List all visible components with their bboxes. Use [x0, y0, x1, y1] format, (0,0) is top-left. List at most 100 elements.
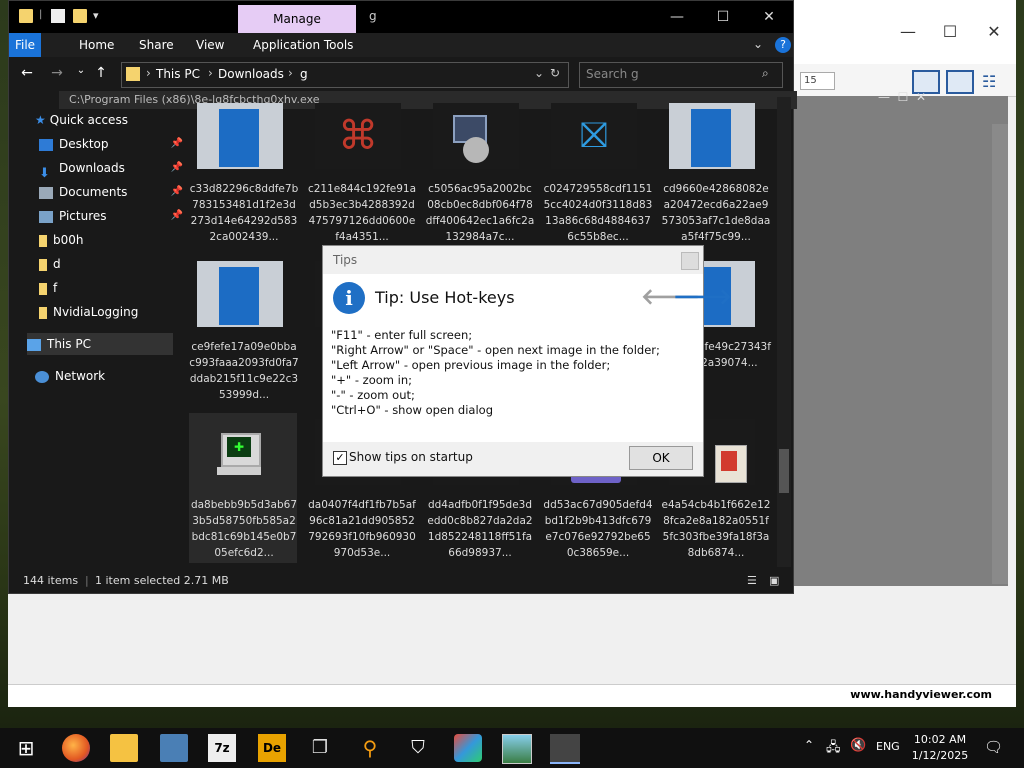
network-tool-icon[interactable]: [160, 734, 188, 762]
file-tile[interactable]: cd9660e42868082ea20472ecd6a22ae9573053af…: [661, 97, 770, 247]
inner-window-controls[interactable]: — ☐ ✕: [878, 90, 926, 104]
network-status-icon[interactable]: 🖧: [826, 738, 841, 760]
dropdown-icon[interactable]: ⌄: [534, 66, 544, 80]
large-icons-view-icon[interactable]: ▣: [769, 569, 779, 593]
tab-application-tools[interactable]: Application Tools: [241, 33, 365, 57]
tree-view-icon[interactable]: ☷: [982, 72, 996, 91]
search-app-icon[interactable]: ⚲: [356, 734, 384, 762]
details-view-icon[interactable]: ☰: [747, 569, 757, 593]
up-icon[interactable]: ↑: [91, 65, 111, 83]
paint-app-icon[interactable]: [454, 734, 482, 762]
next-tip-arrow-icon[interactable]: 🡒: [673, 284, 732, 310]
start-icon[interactable]: ⊞: [12, 734, 40, 762]
vertical-scrollbar[interactable]: [992, 124, 1008, 584]
customize-quick-access-icon[interactable]: ▾: [93, 9, 107, 23]
nav-label: NvidiaLogging: [53, 305, 139, 319]
tab-home[interactable]: Home: [67, 33, 126, 57]
notifications-icon[interactable]: 🗨: [984, 738, 1003, 756]
forward-icon[interactable]: →: [47, 65, 67, 83]
chevron-right-icon[interactable]: ›: [288, 66, 293, 80]
nav-pictures[interactable]: Pictures 📌: [39, 205, 189, 227]
nav-label: Pictures: [59, 209, 107, 223]
nav-documents[interactable]: Documents 📌: [39, 181, 189, 203]
split-view-icon[interactable]: [946, 70, 974, 94]
language-indicator[interactable]: ENG: [876, 740, 900, 753]
tip-line: "F11" - enter full screen;: [331, 328, 473, 342]
nav-quick-access[interactable]: ★ Quick access: [35, 109, 185, 131]
tab-file[interactable]: File: [9, 33, 41, 57]
show-tips-checkbox[interactable]: ✓: [333, 451, 347, 465]
navigation-pane: ★ Quick access Desktop 📌 ⬇ Downloads 📌 Docum…: [9, 109, 183, 569]
ribbon-tabs: File Home Share View Application Tools ⌄…: [9, 33, 793, 57]
refresh-icon[interactable]: ↻: [550, 66, 560, 80]
pin-icon: 📌: [170, 162, 183, 173]
file-explorer-icon[interactable]: [110, 734, 138, 762]
close-icon[interactable]: ✕: [974, 18, 1014, 46]
file-grid-scrollbar[interactable]: [777, 97, 791, 567]
active-window-icon[interactable]: [550, 734, 580, 764]
nav-desktop[interactable]: Desktop 📌: [39, 133, 189, 155]
properties-icon[interactable]: [51, 9, 65, 23]
minimize-icon[interactable]: —: [888, 18, 928, 46]
tab-view[interactable]: View: [184, 33, 236, 57]
file-tile[interactable]: c5056ac95a2002bc08cb0ec8dbf064f78dff4006…: [425, 97, 534, 247]
nav-d[interactable]: d: [39, 253, 189, 275]
pin-icon: 📌: [170, 186, 183, 197]
expand-ribbon-icon[interactable]: ⌄: [753, 37, 763, 51]
handyviewer-url[interactable]: www.handyviewer.com: [850, 688, 992, 701]
tab-share[interactable]: Share: [127, 33, 186, 57]
file-tile[interactable]: c33d82296c8ddfe7b783153481d1f2e3d273d14e…: [189, 97, 298, 247]
new-folder-icon[interactable]: [73, 9, 87, 23]
file-tile[interactable]: ⛝ c024729558cdf11515cc4024d0f3118d8313a8…: [543, 97, 652, 247]
7zip-icon[interactable]: 7z: [208, 734, 236, 762]
nav-f[interactable]: f: [39, 277, 189, 299]
nav-downloads[interactable]: ⬇ Downloads 📌: [39, 157, 189, 181]
computer-icon: ✚: [197, 419, 283, 485]
document-thumb-icon: [197, 261, 283, 327]
zoom-field[interactable]: 15: [800, 72, 835, 90]
firefox-icon[interactable]: [62, 734, 90, 762]
help-icon[interactable]: ?: [775, 37, 791, 53]
nav-network[interactable]: Network: [35, 365, 185, 387]
search-icon[interactable]: ⌕: [762, 66, 769, 81]
nav-nvidialogging[interactable]: NvidiaLogging: [39, 301, 189, 323]
recent-locations-icon[interactable]: ⌄: [71, 65, 91, 83]
chevron-right-icon[interactable]: ›: [146, 66, 151, 80]
address-field[interactable]: › This PC › Downloads › g ⌄ ↻: [121, 62, 569, 88]
task-view-icon[interactable]: ❐: [306, 734, 334, 762]
breadcrumb-g[interactable]: g: [300, 67, 308, 81]
tips-body: "F11" - enter full screen; "Right Arrow"…: [331, 328, 697, 418]
minimize-icon[interactable]: —: [655, 5, 699, 29]
chevron-right-icon[interactable]: ›: [208, 66, 213, 80]
item-count: 144 items: [23, 574, 79, 587]
tips-close-button[interactable]: [681, 252, 699, 270]
file-tile[interactable]: ce9fefe17a09e0bbac993faaa2093fd0fa7ddab2…: [189, 255, 299, 405]
photos-icon[interactable]: [502, 734, 532, 764]
maximize-icon[interactable]: ☐: [930, 18, 970, 46]
close-icon[interactable]: ✕: [747, 5, 791, 29]
breadcrumb-downloads[interactable]: Downloads: [218, 67, 284, 81]
search-input[interactable]: Search g ⌕: [579, 62, 783, 88]
breadcrumb-this-pc[interactable]: This PC: [156, 67, 200, 81]
maximize-icon[interactable]: ☐: [701, 5, 745, 29]
back-icon[interactable]: ←: [17, 65, 37, 83]
show-tips-label[interactable]: Show tips on startup: [349, 450, 473, 464]
file-tile[interactable]: ⌘ c211e844c192fe91ad5b3ec3b4288392d47579…: [307, 97, 416, 247]
nav-b00h[interactable]: b00h: [39, 229, 189, 251]
volume-muted-icon[interactable]: 🔇: [850, 738, 866, 753]
nav-label: Downloads: [59, 161, 125, 175]
chevron-up-icon[interactable]: ⌃: [804, 738, 814, 752]
nav-this-pc[interactable]: This PC: [27, 333, 173, 355]
de-app-icon[interactable]: De: [258, 734, 286, 762]
clock[interactable]: 10:02 AM 1/12/2025: [910, 732, 970, 764]
scrollbar-thumb[interactable]: [779, 449, 789, 493]
nav-label: Network: [55, 369, 106, 383]
ok-button[interactable]: OK: [629, 446, 693, 470]
security-icon[interactable]: ⛉: [404, 734, 432, 762]
manage-tab[interactable]: Manage: [238, 5, 356, 33]
nav-label: b00h: [53, 233, 84, 247]
nav-label: Quick access: [49, 113, 128, 127]
handyviewer-statusbar: www.handyviewer.com: [8, 684, 1016, 707]
file-tile[interactable]: ✚ da8bebb9b5d3ab673b5d58750fb585a2bdc81c…: [189, 413, 297, 563]
explorer-statusbar: 144 items | 1 item selected 2.71 MB ☰ ▣: [9, 569, 793, 593]
